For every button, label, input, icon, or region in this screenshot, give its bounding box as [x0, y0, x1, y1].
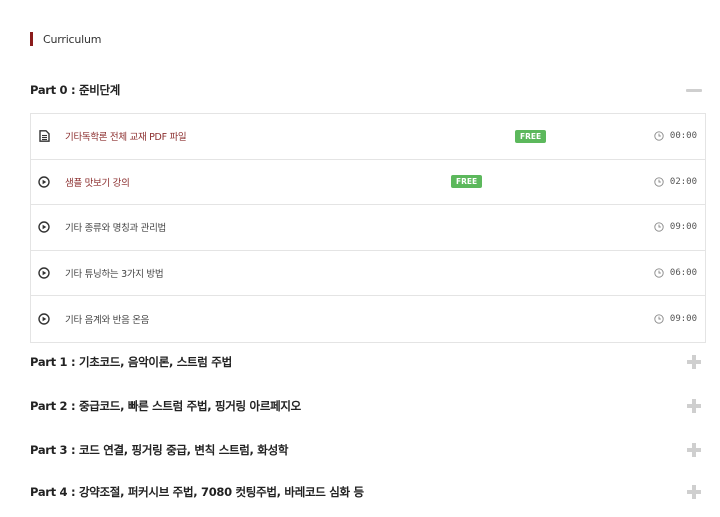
- document-icon: [38, 130, 50, 143]
- duration-text: 09:00: [669, 222, 697, 233]
- duration-text: 09:00: [669, 313, 697, 324]
- lesson-duration: 09:00: [654, 222, 697, 232]
- duration-text: 02:00: [669, 176, 697, 187]
- duration-text: 06:00: [669, 267, 697, 278]
- clock-icon: [654, 222, 664, 232]
- plus-icon[interactable]: [687, 355, 701, 369]
- part-1-title: Part 1 : 기초코드, 음악이론, 스트럼 주법: [30, 355, 232, 369]
- lesson-title[interactable]: 샘플 맛보기 강의: [65, 175, 130, 189]
- lesson-duration: 09:00: [654, 314, 697, 324]
- lesson-title[interactable]: 기타독학론 전체 교재 PDF 파일: [65, 129, 187, 143]
- free-badge: FREE: [451, 175, 483, 189]
- clock-icon: [654, 131, 664, 141]
- part-4-header[interactable]: Part 4 : 강약조절, 퍼커시브 주법, 7080 컷팅주법, 바레코드 …: [30, 482, 706, 502]
- heading-accent-bar: [30, 32, 33, 46]
- lesson-title: 기타 음계와 반음 온음: [65, 314, 150, 326]
- lesson-duration: 02:00: [654, 177, 697, 187]
- lesson-row[interactable]: 샘플 맛보기 강의 FREE 02:00: [31, 160, 705, 205]
- free-badge: FREE: [515, 129, 547, 143]
- part-2-title: Part 2 : 중급코드, 빠른 스트럼 주법, 핑거링 아르페지오: [30, 399, 301, 413]
- part-3-header[interactable]: Part 3 : 코드 연결, 핑거링 중급, 변칙 스트럼, 화성학: [30, 440, 706, 460]
- part-1-header[interactable]: Part 1 : 기초코드, 음악이론, 스트럼 주법: [30, 352, 706, 372]
- minus-icon[interactable]: [686, 88, 702, 92]
- clock-icon: [654, 177, 664, 187]
- clock-icon: [654, 314, 664, 324]
- part-4-title: Part 4 : 강약조절, 퍼커시브 주법, 7080 컷팅주법, 바레코드 …: [30, 485, 364, 499]
- curriculum-title: Curriculum: [43, 32, 102, 46]
- part-0-lesson-list: 기타독학론 전체 교재 PDF 파일 FREE 00:00 샘플 맛보기 강의 …: [30, 113, 706, 343]
- lesson-title: 기타 종류와 명칭과 관리법: [65, 223, 166, 235]
- duration-text: 00:00: [669, 131, 697, 142]
- plus-icon[interactable]: [687, 399, 701, 413]
- lesson-row[interactable]: 기타 종류와 명칭과 관리법 09:00: [31, 205, 705, 251]
- part-2-header[interactable]: Part 2 : 중급코드, 빠른 스트럼 주법, 핑거링 아르페지오: [30, 396, 706, 416]
- play-circle-icon: [38, 176, 50, 188]
- part-3-title: Part 3 : 코드 연결, 핑거링 중급, 변칙 스트럼, 화성학: [30, 443, 289, 457]
- curriculum-heading: Curriculum: [30, 32, 102, 46]
- lesson-row[interactable]: 기타 튜닝하는 3가지 방법 06:00: [31, 251, 705, 296]
- lesson-row[interactable]: 기타독학론 전체 교재 PDF 파일 FREE 00:00: [31, 114, 705, 160]
- lesson-duration: 06:00: [654, 268, 697, 278]
- lesson-row[interactable]: 기타 음계와 반음 온음 09:00: [31, 296, 705, 342]
- play-circle-icon: [38, 313, 50, 325]
- part-0-title: Part 0 : 준비단계: [30, 83, 121, 97]
- lesson-title: 기타 튜닝하는 3가지 방법: [65, 268, 164, 280]
- play-circle-icon: [38, 221, 50, 233]
- clock-icon: [654, 268, 664, 278]
- play-circle-icon: [38, 267, 50, 279]
- plus-icon[interactable]: [687, 443, 701, 457]
- part-0-header[interactable]: Part 0 : 준비단계: [30, 80, 706, 100]
- plus-icon[interactable]: [687, 485, 701, 499]
- lesson-duration: 00:00: [654, 131, 697, 141]
